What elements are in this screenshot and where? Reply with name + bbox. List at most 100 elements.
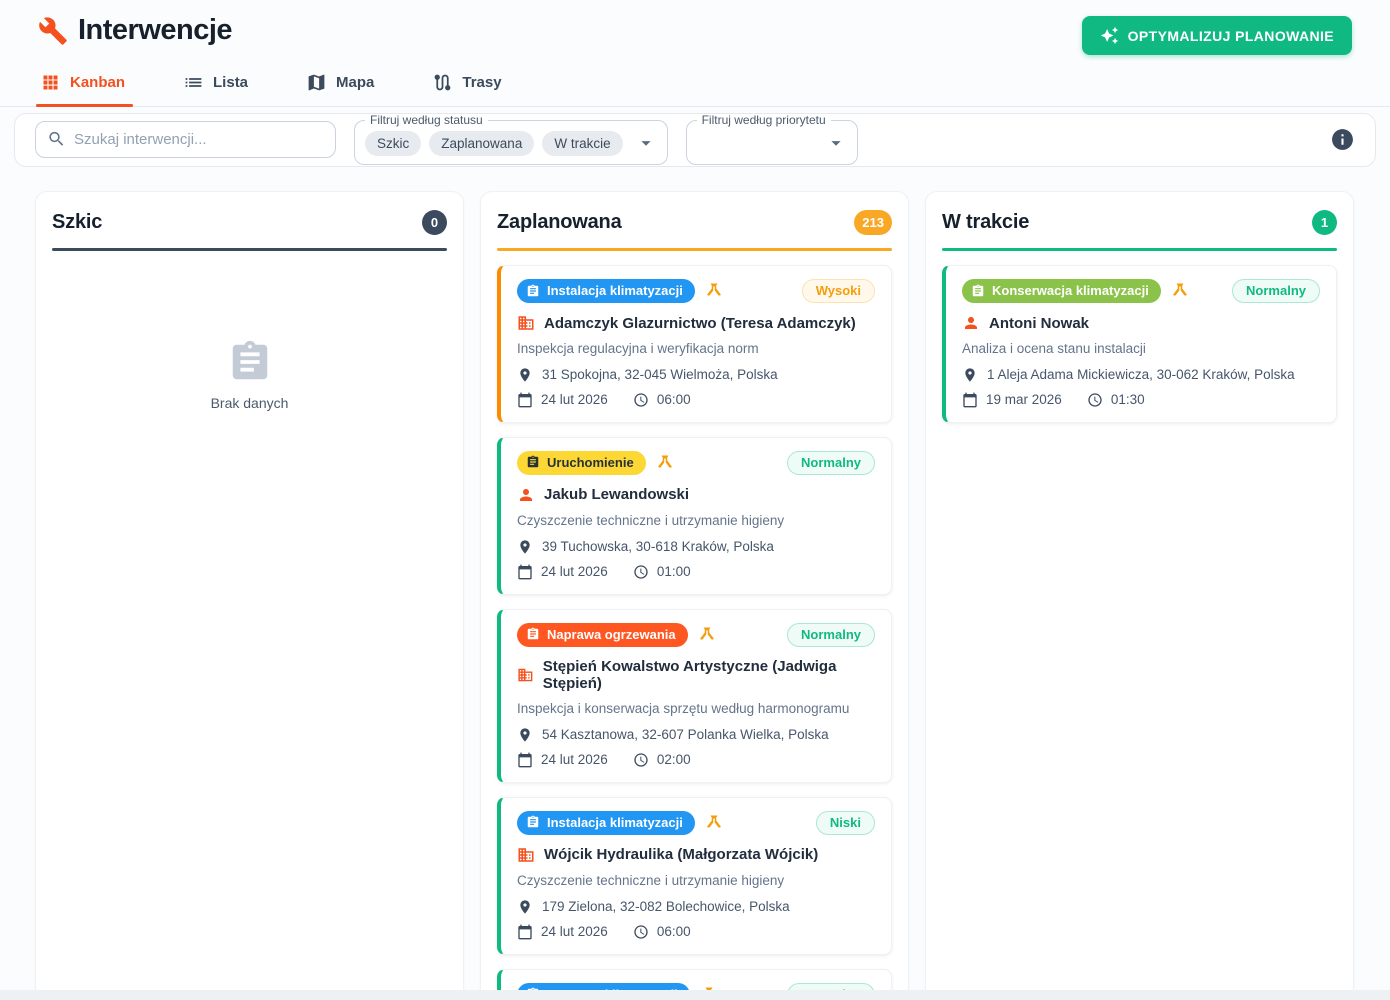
- tab-lista[interactable]: Lista: [179, 63, 256, 106]
- kanban-column-w-trakcie: W trakcie1Konserwacja klimatyzacjiNormal…: [925, 191, 1354, 1000]
- chevron-down-icon[interactable]: [635, 132, 657, 154]
- card-date: 19 mar 2026: [962, 392, 1062, 408]
- card-description: Czyszczenie techniczne i utrzymanie higi…: [517, 873, 875, 890]
- search-input[interactable]: [35, 121, 336, 158]
- intervention-card[interactable]: Naprawa ogrzewaniaNormalny Stępień Kowals…: [497, 609, 892, 783]
- card-date-text: 19 mar 2026: [986, 392, 1062, 407]
- column-title: W trakcie: [942, 211, 1029, 234]
- page-title: Interwencje: [78, 14, 232, 47]
- card-description: Analiza i ocena stanu instalacji: [962, 341, 1320, 358]
- chevron-down-icon[interactable]: [825, 132, 847, 154]
- priority-badge: Normalny: [1232, 279, 1320, 303]
- clipboard-icon: [526, 627, 540, 641]
- wrench-icon: [38, 16, 68, 46]
- tab-kanban[interactable]: Kanban: [36, 63, 133, 106]
- optimize-planning-button[interactable]: OPTYMALIZUJ PLANOWANIE: [1082, 16, 1352, 55]
- card-schedule-row: 24 lut 202606:00: [517, 392, 875, 408]
- card-entity-row: Adamczyk Glazurnictwo (Teresa Adamczyk): [517, 314, 875, 332]
- location-pin-icon: [517, 899, 533, 915]
- card-schedule-row: 19 mar 2026 01:30: [962, 392, 1320, 408]
- entity-name: Adamczyk Glazurnictwo (Teresa Adamczyk): [544, 315, 856, 332]
- card-time-text: 01:00: [657, 564, 691, 579]
- optimize-planning-label: OPTYMALIZUJ PLANOWANIE: [1128, 28, 1334, 44]
- card-time: 01:00: [633, 564, 691, 580]
- intervention-type-pill: Uruchomienie: [517, 451, 646, 475]
- card-address-row: 39 Tuchowska, 30-618 Kraków, Polska: [517, 539, 875, 555]
- priority-badge: Wysoki: [802, 279, 875, 303]
- intervention-type-label: Naprawa ogrzewania: [547, 627, 676, 642]
- card-date-text: 24 lut 2026: [541, 924, 608, 939]
- clock-icon: [633, 752, 649, 768]
- info-icon: [1330, 127, 1355, 152]
- location-pin-icon: [517, 539, 533, 555]
- priority-badge: Niski: [816, 811, 875, 835]
- empty-state: Brak danych: [52, 339, 447, 411]
- clock-icon: [1087, 392, 1103, 408]
- search-box: [35, 121, 336, 158]
- column-count-badge: 0: [422, 210, 447, 235]
- kanban-column-zaplanowana: Zaplanowana213 Instalacja klimatyzacji Wys…: [480, 191, 909, 1000]
- location-pin-icon: [517, 727, 533, 743]
- card-pill-row: Instalacja klimatyzacji Wysoki: [517, 279, 875, 303]
- card-time-text: 02:00: [657, 752, 691, 767]
- column-header: Szkic 0: [52, 210, 447, 235]
- chevron-down-icon[interactable]: [635, 132, 657, 154]
- entity-name: Antoni Nowak: [989, 315, 1089, 332]
- card-time: 06:00: [633, 924, 691, 940]
- card-address: 54 Kasztanowa, 32-607 Polanka Wielka, Po…: [542, 727, 829, 742]
- chevron-down-icon[interactable]: [825, 132, 847, 154]
- card-pill-row: Naprawa ogrzewaniaNormalny: [517, 623, 875, 647]
- card-entity-row: Stępień Kowalstwo Artystyczne (Jadwiga S…: [517, 658, 875, 692]
- tab-trasy[interactable]: Trasy: [428, 63, 509, 106]
- clock-icon: [633, 392, 649, 408]
- column-title: Szkic: [52, 211, 102, 234]
- flask-icon: [705, 282, 723, 300]
- card-entity-row: Antoni Nowak: [962, 314, 1320, 332]
- kanban-column-szkic: Szkic 0 Brak danych: [35, 191, 464, 1000]
- filter-toolbar: Filtruj według statusu SzkicZaplanowanaW…: [14, 113, 1376, 167]
- clipboard-icon: [526, 455, 540, 469]
- card-time: 01:30: [1087, 392, 1145, 408]
- column-header: Zaplanowana213: [497, 210, 892, 235]
- intervention-card[interactable]: Instalacja klimatyzacji Wysoki Adamczyk Gl…: [497, 265, 892, 423]
- card-entity-row: Wójcik Hydraulika (Małgorzata Wójcik): [517, 846, 875, 864]
- card-schedule-row: 24 lut 202602:00: [517, 752, 875, 768]
- card-pill-row: Konserwacja klimatyzacjiNormalny: [962, 279, 1320, 303]
- sparkles-icon: [1100, 26, 1119, 45]
- priority-badge: Normalny: [787, 451, 875, 475]
- intervention-type-label: Uruchomienie: [547, 455, 634, 470]
- intervention-card[interactable]: UruchomienieNormalnyJakub LewandowskiCzy…: [497, 437, 892, 595]
- sparkles-icon: [1100, 26, 1119, 45]
- grid-icon: [40, 72, 61, 93]
- status-filter[interactable]: Filtruj według statusu SzkicZaplanowanaW…: [354, 113, 668, 165]
- clipboard-icon: [971, 284, 985, 298]
- intervention-type-label: Instalacja klimatyzacji: [547, 283, 683, 298]
- card-description: Inspekcja i konserwacja sprzętu według h…: [517, 701, 875, 718]
- card-description: Inspekcja regulacyjna i weryfikacja norm: [517, 341, 875, 358]
- app-header: Interwencje OPTYMALIZUJ PLANOWANIE: [0, 0, 1390, 55]
- clipboard-icon: [227, 339, 273, 385]
- building-icon: [517, 314, 535, 332]
- view-tabs: Kanban Lista Mapa Trasy: [0, 63, 1390, 107]
- info-button[interactable]: [1330, 127, 1355, 152]
- column-accent-rule: [52, 248, 447, 251]
- status-chip-w-trakcie[interactable]: W trakcie: [542, 131, 622, 156]
- intervention-type-pill: Instalacja klimatyzacji: [517, 279, 695, 303]
- calendar-icon: [517, 924, 533, 940]
- card-address: 39 Tuchowska, 30-618 Kraków, Polska: [542, 539, 774, 554]
- status-chip-szkic[interactable]: Szkic: [365, 131, 421, 156]
- clipboard-icon: [526, 284, 540, 298]
- card-time: 02:00: [633, 752, 691, 768]
- column-accent-rule: [942, 248, 1337, 251]
- status-chip-zaplanowana[interactable]: Zaplanowana: [429, 131, 534, 156]
- card-pill-row: Instalacja klimatyzacjiNiski: [517, 811, 875, 835]
- column-count-badge: 213: [854, 210, 892, 235]
- entity-name: Jakub Lewandowski: [544, 486, 689, 503]
- empty-state-text: Brak danych: [52, 395, 447, 411]
- tab-mapa[interactable]: Mapa: [302, 63, 382, 106]
- card-time-text: 01:30: [1111, 392, 1145, 407]
- intervention-card[interactable]: Konserwacja klimatyzacjiNormalny Antoni N…: [942, 265, 1337, 423]
- list-icon: [183, 72, 204, 93]
- priority-filter[interactable]: Filtruj według priorytetu: [686, 113, 858, 165]
- intervention-card[interactable]: Instalacja klimatyzacjiNiski Wójcik Hydra…: [497, 797, 892, 955]
